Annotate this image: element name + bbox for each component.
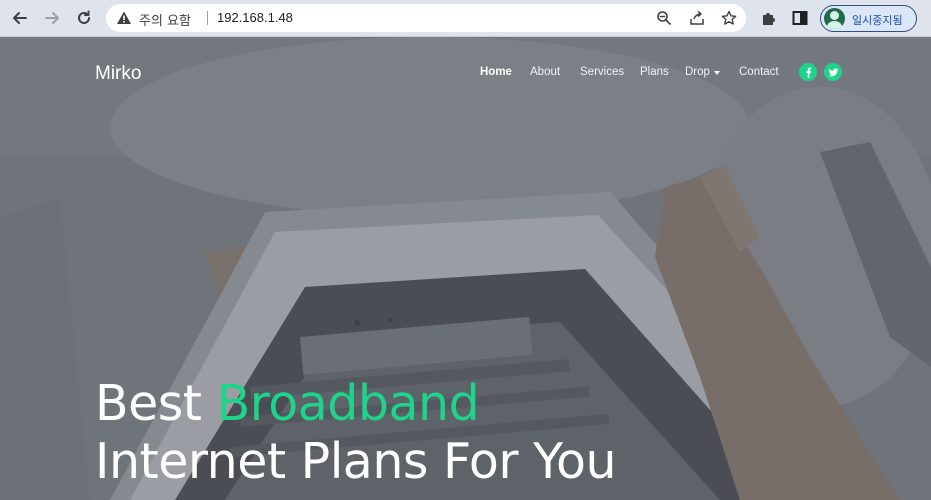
facebook-icon: [805, 66, 811, 78]
extensions-button[interactable]: [760, 9, 778, 27]
puzzle-icon: [763, 13, 775, 25]
address-bar[interactable]: 주의 요함 192.168.1.48: [106, 4, 746, 32]
headline-line-2: Internet Plans For You: [95, 433, 617, 490]
nav-contact[interactable]: Contact: [739, 66, 779, 78]
dropdown-caret-icon[interactable]: [714, 71, 720, 75]
facebook-link[interactable]: [799, 63, 817, 81]
twitter-icon: [827, 67, 839, 76]
nav-plans[interactable]: Plans: [640, 66, 669, 78]
browser-toolbar: 주의 요함 192.168.1.48 일시중지됨: [0, 0, 931, 37]
warning-triangle-icon[interactable]: [116, 10, 132, 26]
security-warning-text[interactable]: 주의 요함: [139, 10, 191, 29]
zoom-icon: [657, 11, 671, 25]
hero-section: Mirko Home About Services Plans Drop Con…: [0, 37, 931, 500]
bookmark-button[interactable]: [721, 10, 737, 26]
share-icon: [690, 10, 704, 25]
nav-services[interactable]: Services: [580, 66, 624, 78]
hero-headline: Best Broadband Internet Plans For You: [95, 375, 617, 491]
side-panel-button[interactable]: [791, 9, 809, 27]
headline-accent: Broadband: [216, 375, 480, 432]
profile-status: 일시중지됨: [852, 14, 903, 27]
share-button[interactable]: [689, 10, 705, 26]
nav-about[interactable]: About: [530, 66, 560, 78]
arrow-left-icon: [13, 12, 27, 24]
omnibox-divider: [207, 11, 208, 25]
headline-best: Best: [95, 375, 202, 432]
forward-button[interactable]: [40, 7, 64, 29]
site-logo[interactable]: Mirko: [95, 63, 141, 85]
side-panel-icon: [792, 11, 808, 25]
nav-drop[interactable]: Drop: [685, 66, 710, 78]
headline-line-1: Best Broadband: [95, 375, 616, 433]
twitter-link[interactable]: [824, 63, 842, 81]
star-icon: [721, 10, 737, 25]
zoom-button[interactable]: [656, 10, 672, 26]
back-button[interactable]: [8, 7, 32, 29]
avatar: [824, 8, 845, 29]
url-text[interactable]: 192.168.1.48: [217, 10, 293, 25]
reload-icon: [78, 10, 90, 24]
nav-home[interactable]: Home: [480, 66, 512, 78]
arrow-right-icon: [45, 12, 59, 24]
profile-button[interactable]: 일시중지됨: [820, 5, 917, 32]
reload-button[interactable]: [72, 7, 96, 29]
